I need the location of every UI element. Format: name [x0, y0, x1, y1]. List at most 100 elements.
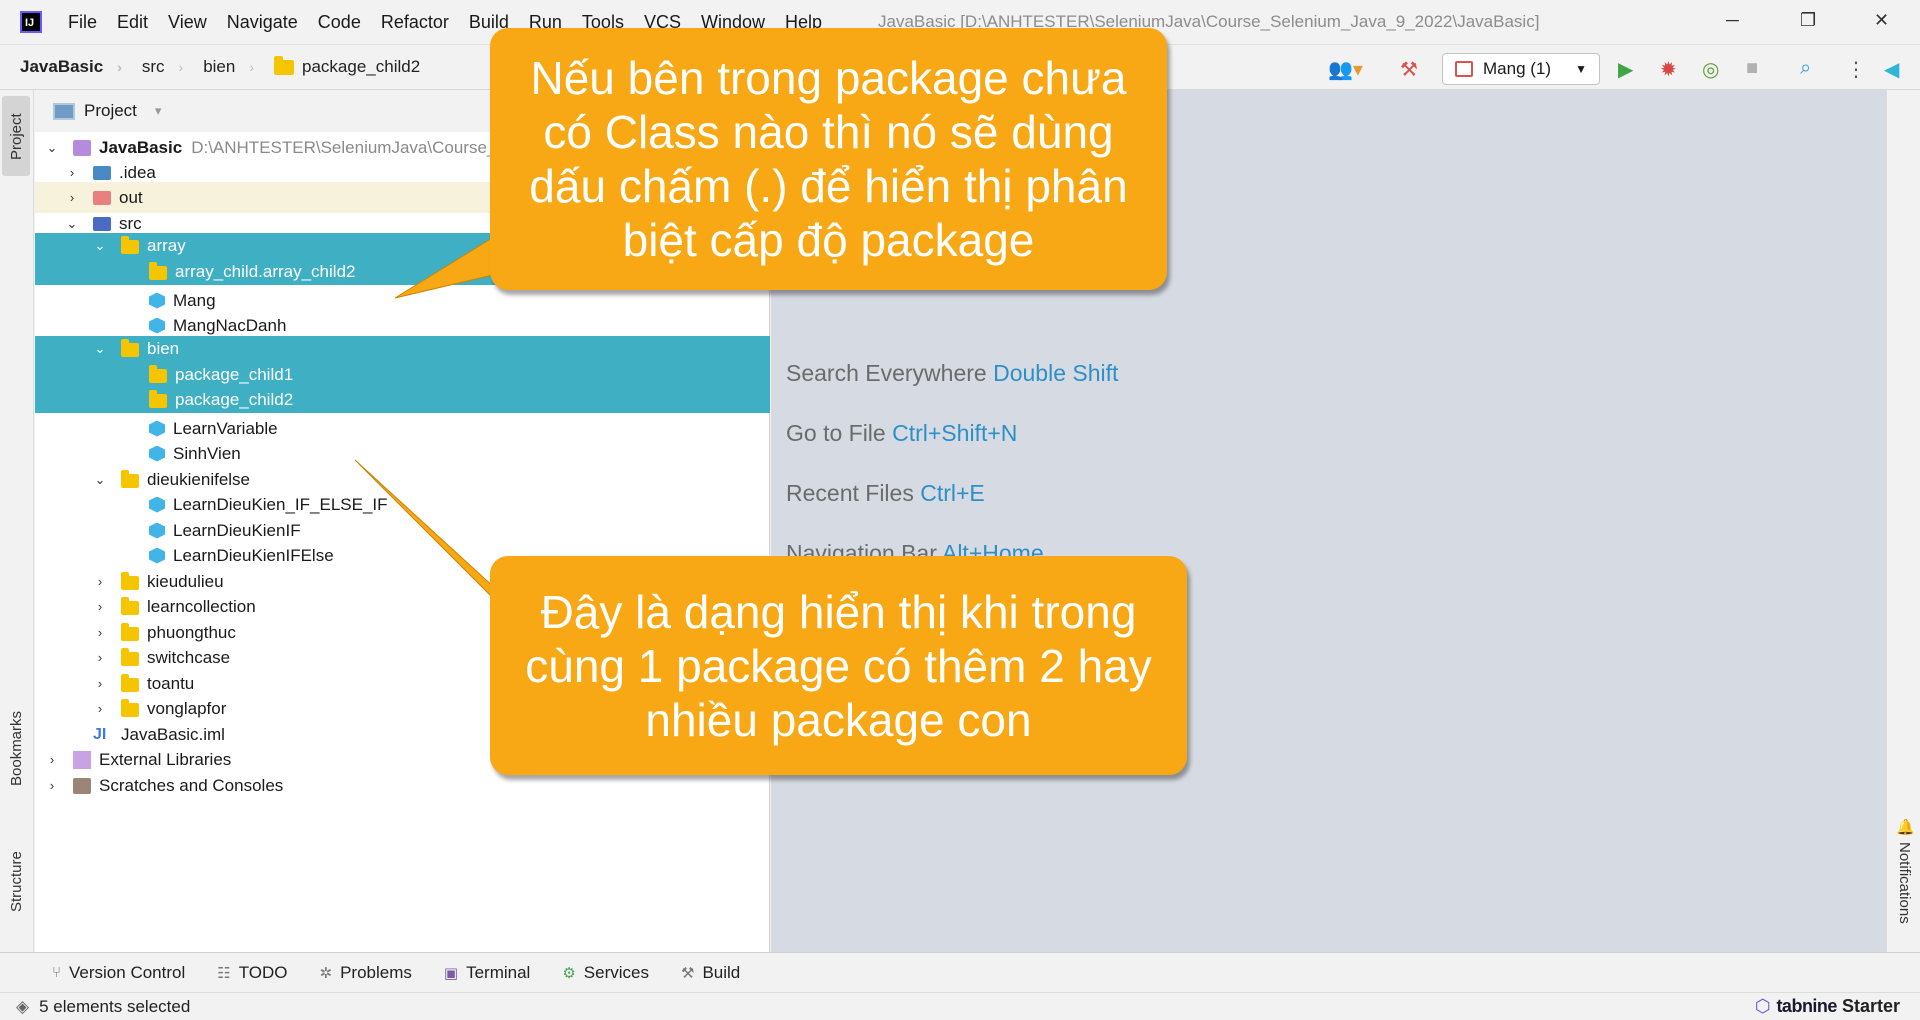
java-class-icon [149, 292, 165, 309]
tab-todo[interactable]: ☷ TODO [217, 963, 287, 983]
tree-row-package-child2[interactable]: package_child2 [35, 387, 770, 413]
package-folder-icon [121, 622, 139, 641]
collapse-arrow-icon[interactable]: › [65, 190, 79, 205]
close-window-button[interactable]: ✕ [1874, 10, 1889, 31]
breadcrumb-project[interactable]: JavaBasic › [20, 57, 122, 77]
collapse-arrow-icon[interactable]: › [93, 625, 107, 640]
menu-refactor[interactable]: Refactor [381, 12, 449, 33]
chevron-down-icon[interactable]: ▾ [155, 103, 162, 119]
library-icon [73, 750, 91, 769]
project-view-icon [53, 102, 75, 120]
package-folder-icon [121, 339, 139, 357]
tab-terminal[interactable]: ▣ Terminal [444, 963, 530, 983]
tool-tab-notifications[interactable]: Notifications [1896, 842, 1913, 924]
restore-button[interactable]: ❐ [1800, 10, 1816, 31]
collapse-arrow-icon[interactable]: › [45, 778, 59, 793]
expand-arrow-icon[interactable]: ⌄ [45, 140, 59, 156]
collapse-arrow-icon[interactable]: › [93, 650, 107, 665]
terminal-icon: ▣ [443, 964, 459, 982]
package-folder-icon [121, 571, 139, 590]
collapse-arrow-icon[interactable]: › [65, 165, 79, 180]
package-folder-icon [149, 390, 167, 408]
java-class-icon [149, 522, 165, 539]
menu-edit[interactable]: Edit [117, 12, 148, 33]
hint-search-everywhere: Search Everywhere Double Shift [786, 360, 1119, 386]
java-class-icon [149, 317, 165, 334]
package-folder-icon [121, 596, 139, 615]
package-folder-icon [121, 698, 139, 717]
branch-icon: ⑂ [52, 964, 62, 981]
tabnine-widget[interactable]: ⬡ tabnine Starter [1755, 996, 1900, 1017]
more-options-icon[interactable]: ⋮ [1846, 57, 1866, 82]
notifications-bell-icon[interactable]: 🔔 [1896, 818, 1915, 836]
collapse-arrow-icon[interactable]: › [45, 752, 59, 767]
search-icon[interactable]: ⌕ [1800, 57, 1811, 80]
build-icon: ⚒ [680, 964, 695, 982]
package-folder-icon [149, 262, 167, 280]
breadcrumb-package-child2[interactable]: package_child2 [274, 55, 420, 77]
menu-navigate[interactable]: Navigate [227, 12, 298, 33]
minimize-button[interactable]: ─ [1726, 10, 1739, 31]
debug-bug-icon[interactable]: ✹ [1660, 57, 1677, 82]
expand-arrow-icon[interactable]: ⌄ [65, 216, 79, 232]
module-icon [73, 139, 91, 156]
tab-services[interactable]: ⚙ Services [562, 963, 649, 983]
expand-arrow-icon[interactable]: ⌄ [93, 341, 107, 357]
breadcrumb-bien[interactable]: bien › [203, 57, 254, 77]
hint-go-to-file: Go to File Ctrl+Shift+N [786, 420, 1018, 446]
folder-icon [274, 55, 295, 75]
run-config-icon [1455, 61, 1473, 77]
expand-arrow-icon[interactable]: ⌄ [93, 472, 107, 488]
code-with-me-icon[interactable]: ◀ [1884, 57, 1899, 82]
idea-folder-icon [93, 165, 111, 180]
tool-tab-bookmarks[interactable]: Bookmarks [8, 711, 25, 786]
expand-arrow-icon[interactable]: ⌄ [93, 238, 107, 254]
tabnine-logo-icon: ⬡ [1754, 996, 1771, 1016]
left-tool-strip: Project Bookmarks Structure [0, 90, 34, 952]
java-class-icon [149, 547, 165, 564]
run-configuration-dropdown[interactable]: Mang (1) ▼ [1442, 53, 1600, 85]
layers-icon[interactable]: ◈ [16, 997, 29, 1017]
java-class-icon [149, 496, 165, 513]
tree-row-bien[interactable]: ⌄ bien [35, 336, 770, 362]
hint-recent-files: Recent Files Ctrl+E [786, 480, 985, 506]
collapse-arrow-icon[interactable]: › [93, 574, 107, 589]
tab-build[interactable]: ⚒ Build [681, 963, 740, 983]
scratches-icon [73, 777, 91, 794]
tool-tab-structure[interactable]: Structure [8, 851, 25, 912]
tab-problems[interactable]: ✲ Problems [320, 963, 412, 983]
source-folder-icon [93, 216, 111, 231]
tool-tab-project[interactable]: Project [8, 113, 25, 160]
run-icon[interactable]: ▶ [1618, 57, 1633, 82]
collapse-arrow-icon[interactable]: › [93, 676, 107, 691]
coverage-icon[interactable]: ◎ [1702, 57, 1719, 82]
chevron-down-icon: ▼ [1575, 62, 1587, 76]
tree-row-package-child1[interactable]: package_child1 [35, 362, 770, 387]
tab-version-control[interactable]: ⑂ Version Control [52, 963, 185, 983]
collapse-arrow-icon[interactable]: › [93, 599, 107, 614]
java-class-icon [149, 445, 165, 462]
intellij-logo-icon[interactable]: IJ [20, 11, 42, 33]
package-folder-icon [121, 236, 139, 254]
bottom-tool-tabs: ⑂ Version Control ☷ TODO ✲ Problems ▣ Termin… [0, 952, 1920, 992]
breadcrumb-src[interactable]: src › [142, 57, 183, 77]
java-class-icon [149, 420, 165, 437]
problems-icon: ✲ [319, 964, 333, 982]
user-account-icon[interactable]: 👥▾ [1328, 57, 1363, 82]
menu-file[interactable]: File [68, 12, 97, 33]
build-hammer-icon[interactable]: ⚒ [1400, 57, 1418, 82]
todo-list-icon: ☷ [217, 964, 231, 982]
collapse-arrow-icon[interactable]: › [93, 701, 107, 716]
menu-code[interactable]: Code [318, 12, 361, 33]
package-folder-icon [149, 364, 167, 383]
iml-file-icon: JI [93, 725, 107, 743]
excluded-folder-icon [93, 190, 111, 205]
package-folder-icon [121, 469, 139, 488]
callout-top: Nếu bên trong package chưa có Class nào … [490, 28, 1167, 290]
status-bar: ◈ 5 elements selected ⬡ tabnine Starter [0, 992, 1920, 1020]
stop-icon[interactable]: ■ [1746, 57, 1758, 80]
status-text: 5 elements selected [39, 996, 191, 1016]
menu-view[interactable]: View [168, 12, 207, 33]
package-folder-icon [121, 647, 139, 666]
callout-bottom: Đây là dạng hiển thị khi trong cùng 1 pa… [490, 556, 1187, 775]
